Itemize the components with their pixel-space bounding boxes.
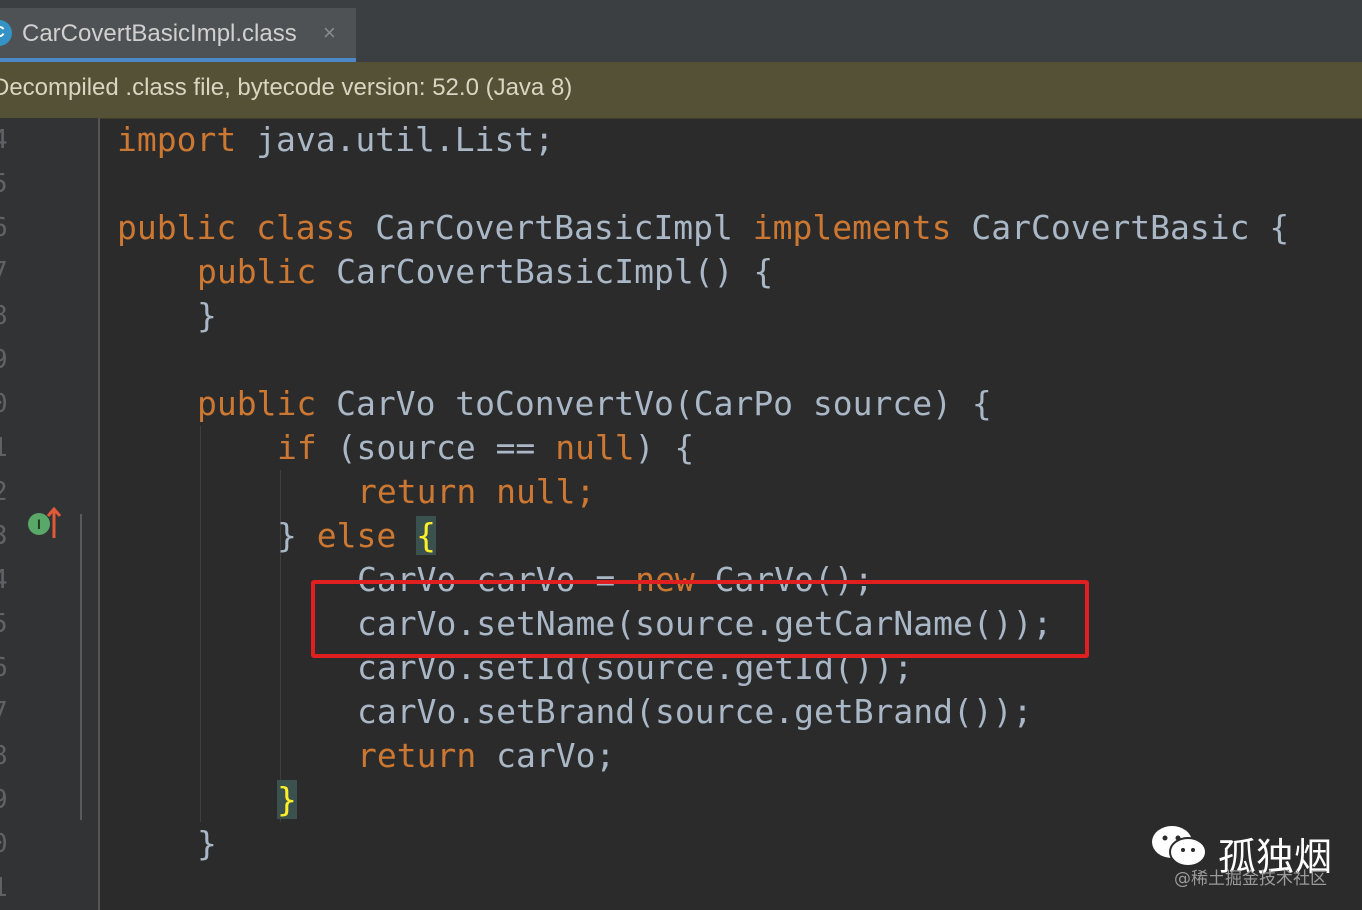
code-token: null bbox=[555, 428, 635, 467]
code-token: CarVo toConvertVo(CarPo source) { bbox=[336, 384, 992, 423]
code-line-highlighted: carVo.setName(source.getCarName()); bbox=[357, 602, 1052, 646]
code-token: CarCovertBasicImpl() { bbox=[336, 252, 774, 291]
code-token: CarCovertBasicImpl bbox=[375, 208, 733, 247]
code-token: carVo.setBrand(source.getBrand()); bbox=[357, 692, 1033, 731]
close-icon[interactable]: × bbox=[323, 20, 336, 46]
code-token: } bbox=[197, 824, 217, 863]
decompiled-notification-banner: Decompiled .class file, bytecode version… bbox=[0, 62, 1362, 119]
matched-brace: } bbox=[277, 780, 297, 819]
code-token: else bbox=[316, 516, 397, 555]
code-line: return carVo; bbox=[357, 734, 615, 778]
code-token: public bbox=[197, 384, 317, 423]
class-file-icon: C bbox=[0, 20, 12, 46]
code-token: ) { bbox=[634, 428, 695, 467]
code-token: } bbox=[277, 516, 297, 555]
code-line: carVo.setId(source.getId()); bbox=[357, 646, 913, 690]
banner-text: Decompiled .class file, bytecode version… bbox=[0, 74, 573, 101]
code-line: } else { bbox=[277, 514, 436, 558]
code-token: CarCovertBasic { bbox=[971, 208, 1290, 247]
editor-tab-bar: C CarCovertBasicImpl.class × bbox=[0, 0, 1362, 63]
code-token: public bbox=[197, 252, 317, 291]
editor-tab-carcovertbasicimpl[interactable]: C CarCovertBasicImpl.class × bbox=[0, 8, 356, 62]
code-line: } bbox=[197, 294, 217, 338]
code-line: public CarVo toConvertVo(CarPo source) { bbox=[197, 382, 992, 426]
code-token: java.util.List; bbox=[256, 120, 555, 159]
code-line: carVo.setBrand(source.getBrand()); bbox=[357, 690, 1033, 734]
code-token: import bbox=[117, 120, 237, 159]
code-token: return bbox=[357, 736, 477, 775]
code-line: } bbox=[277, 778, 297, 822]
code-token: if bbox=[277, 428, 317, 467]
code-token: } bbox=[197, 296, 217, 335]
code-token: carVo.setName(source.getCarName()); bbox=[357, 604, 1053, 643]
code-line: } bbox=[197, 822, 217, 866]
code-token: new bbox=[635, 560, 695, 599]
code-line: public class CarCovertBasicImpl implemen… bbox=[117, 206, 1289, 250]
code-line: return null; bbox=[357, 470, 595, 514]
code-token: implements bbox=[752, 208, 952, 247]
code-line: if (source == null) { bbox=[277, 426, 694, 470]
code-line: public CarCovertBasicImpl() { bbox=[197, 250, 773, 294]
code-token: CarVo carVo = bbox=[357, 560, 616, 599]
code-token: return null; bbox=[357, 472, 596, 511]
code-token: carVo; bbox=[496, 736, 616, 775]
code-line: import java.util.List; bbox=[117, 118, 554, 162]
indent-guide bbox=[200, 426, 201, 822]
code-token: (source == bbox=[336, 428, 536, 467]
code-token: CarVo(); bbox=[714, 560, 874, 599]
watermark-source: @稀土掘金技术社区 bbox=[1174, 869, 1327, 889]
code-token: public class bbox=[117, 208, 356, 247]
code-line: CarVo carVo = new CarVo(); bbox=[357, 558, 874, 602]
code-token: carVo.setId(source.getId()); bbox=[357, 648, 914, 687]
tab-label: CarCovertBasicImpl.class bbox=[22, 20, 297, 47]
matched-brace: { bbox=[416, 516, 436, 555]
code-editor[interactable]: import java.util.List; public class CarC… bbox=[0, 118, 1362, 910]
